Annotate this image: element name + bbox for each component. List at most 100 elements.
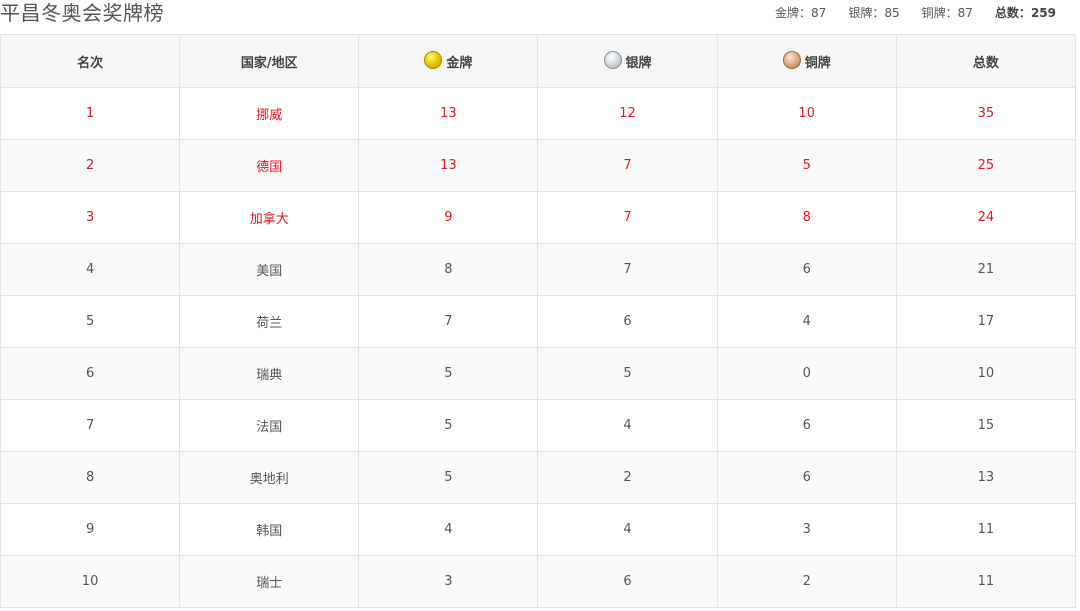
table-row: 10 瑞士 3 6 2 11 — [0, 555, 1077, 608]
cell-bronze: 5 — [716, 139, 897, 192]
cell-country: 韩国 — [179, 503, 360, 556]
table-row: 8 奥地利 5 2 6 13 — [0, 451, 1077, 504]
cell-silver: 5 — [537, 347, 718, 400]
cell-gold: 7 — [358, 295, 539, 348]
cell-country: 挪威 — [179, 87, 360, 140]
cell-gold: 13 — [358, 87, 539, 140]
medal-totals: 金牌：87 银牌：85 铜牌：87 总数：259 — [775, 4, 1056, 21]
bronze-total-label: 铜牌： — [921, 6, 958, 20]
column-header-gold: 金牌 — [358, 34, 539, 88]
cell-total: 21 — [895, 243, 1077, 296]
cell-rank: 8 — [0, 451, 181, 504]
cell-bronze: 8 — [716, 191, 897, 244]
cell-bronze: 6 — [716, 399, 897, 452]
cell-bronze: 3 — [716, 503, 897, 556]
cell-rank: 9 — [0, 503, 181, 556]
cell-gold: 5 — [358, 451, 539, 504]
table-row: 2 德国 13 7 5 25 — [0, 139, 1077, 192]
medal-table-body: 1 挪威 13 12 10 35 2 德国 13 7 5 25 3 加拿大 9 … — [0, 87, 1077, 608]
column-header-country: 国家/地区 — [179, 34, 360, 88]
cell-gold: 5 — [358, 399, 539, 452]
gold-total-label: 金牌： — [775, 6, 812, 20]
cell-silver: 6 — [537, 295, 718, 348]
cell-silver: 4 — [537, 503, 718, 556]
cell-silver: 7 — [537, 191, 718, 244]
page-header: 平昌冬奥会奖牌榜 金牌：87 银牌：85 铜牌：87 总数：259 — [0, 0, 1080, 34]
table-row: 4 美国 8 7 6 21 — [0, 243, 1077, 296]
cell-country: 荷兰 — [179, 295, 360, 348]
column-header-rank: 名次 — [0, 34, 181, 88]
column-header-total: 总数 — [895, 34, 1077, 88]
cell-bronze: 4 — [716, 295, 897, 348]
cell-total: 11 — [895, 555, 1077, 608]
cell-bronze: 0 — [716, 347, 897, 400]
cell-total: 13 — [895, 451, 1077, 504]
cell-rank: 2 — [0, 139, 181, 192]
cell-country: 加拿大 — [179, 191, 360, 244]
cell-total: 25 — [895, 139, 1077, 192]
cell-silver: 6 — [537, 555, 718, 608]
cell-country: 法国 — [179, 399, 360, 452]
cell-country: 德国 — [179, 139, 360, 192]
cell-gold: 13 — [358, 139, 539, 192]
cell-total: 11 — [895, 503, 1077, 556]
cell-total: 35 — [895, 87, 1077, 140]
grand-total-value: 259 — [1030, 6, 1056, 20]
cell-total: 10 — [895, 347, 1077, 400]
column-header-gold-label: 金牌 — [446, 55, 473, 71]
column-header-silver-label: 银牌 — [625, 55, 652, 71]
cell-silver: 2 — [537, 451, 718, 504]
cell-silver: 4 — [537, 399, 718, 452]
cell-country: 瑞士 — [179, 555, 360, 608]
cell-gold: 4 — [358, 503, 539, 556]
cell-country: 美国 — [179, 243, 360, 296]
cell-country: 瑞典 — [179, 347, 360, 400]
cell-rank: 6 — [0, 347, 181, 400]
cell-bronze: 10 — [716, 87, 897, 140]
medal-table: 名次 国家/地区 金牌 银牌 铜牌 总数 1 挪威 13 12 10 35 2 … — [0, 34, 1077, 608]
cell-silver: 7 — [537, 139, 718, 192]
cell-total: 15 — [895, 399, 1077, 452]
table-row: 5 荷兰 7 6 4 17 — [0, 295, 1077, 348]
cell-silver: 7 — [537, 243, 718, 296]
medal-grand-total: 总数：259 — [995, 4, 1056, 21]
bronze-total: 铜牌：87 — [922, 4, 973, 21]
bronze-medal-icon — [782, 51, 801, 69]
table-row: 9 韩国 4 4 3 11 — [0, 503, 1077, 556]
cell-bronze: 6 — [716, 451, 897, 504]
silver-total: 银牌：85 — [848, 4, 899, 21]
table-row: 6 瑞典 5 5 0 10 — [0, 347, 1077, 400]
column-header-silver: 银牌 — [537, 34, 718, 88]
cell-total: 17 — [895, 295, 1077, 348]
cell-rank: 5 — [0, 295, 181, 348]
cell-gold: 3 — [358, 555, 539, 608]
silver-total-label: 银牌： — [848, 6, 885, 20]
cell-gold: 8 — [358, 243, 539, 296]
column-header-bronze-label: 铜牌 — [804, 55, 831, 71]
cell-bronze: 2 — [716, 555, 897, 608]
cell-silver: 12 — [537, 87, 718, 140]
gold-medal-icon — [424, 51, 443, 69]
table-header-row: 名次 国家/地区 金牌 银牌 铜牌 总数 — [0, 34, 1077, 88]
cell-country: 奥地利 — [179, 451, 360, 504]
cell-total: 24 — [895, 191, 1077, 244]
gold-total-value: 87 — [811, 6, 827, 20]
page-title: 平昌冬奥会奖牌榜 — [0, 1, 164, 25]
table-row: 7 法国 5 4 6 15 — [0, 399, 1077, 452]
cell-rank: 4 — [0, 243, 181, 296]
grand-total-label: 总数： — [994, 6, 1031, 20]
cell-bronze: 6 — [716, 243, 897, 296]
gold-total: 金牌：87 — [775, 4, 826, 21]
table-row: 1 挪威 13 12 10 35 — [0, 87, 1077, 140]
cell-rank: 7 — [0, 399, 181, 452]
cell-gold: 9 — [358, 191, 539, 244]
cell-rank: 3 — [0, 191, 181, 244]
column-header-bronze: 铜牌 — [716, 34, 897, 88]
bronze-total-value: 87 — [957, 6, 973, 20]
silver-total-value: 85 — [884, 6, 900, 20]
cell-rank: 1 — [0, 87, 181, 140]
table-row: 3 加拿大 9 7 8 24 — [0, 191, 1077, 244]
cell-rank: 10 — [0, 555, 181, 608]
silver-medal-icon — [603, 51, 622, 69]
cell-gold: 5 — [358, 347, 539, 400]
